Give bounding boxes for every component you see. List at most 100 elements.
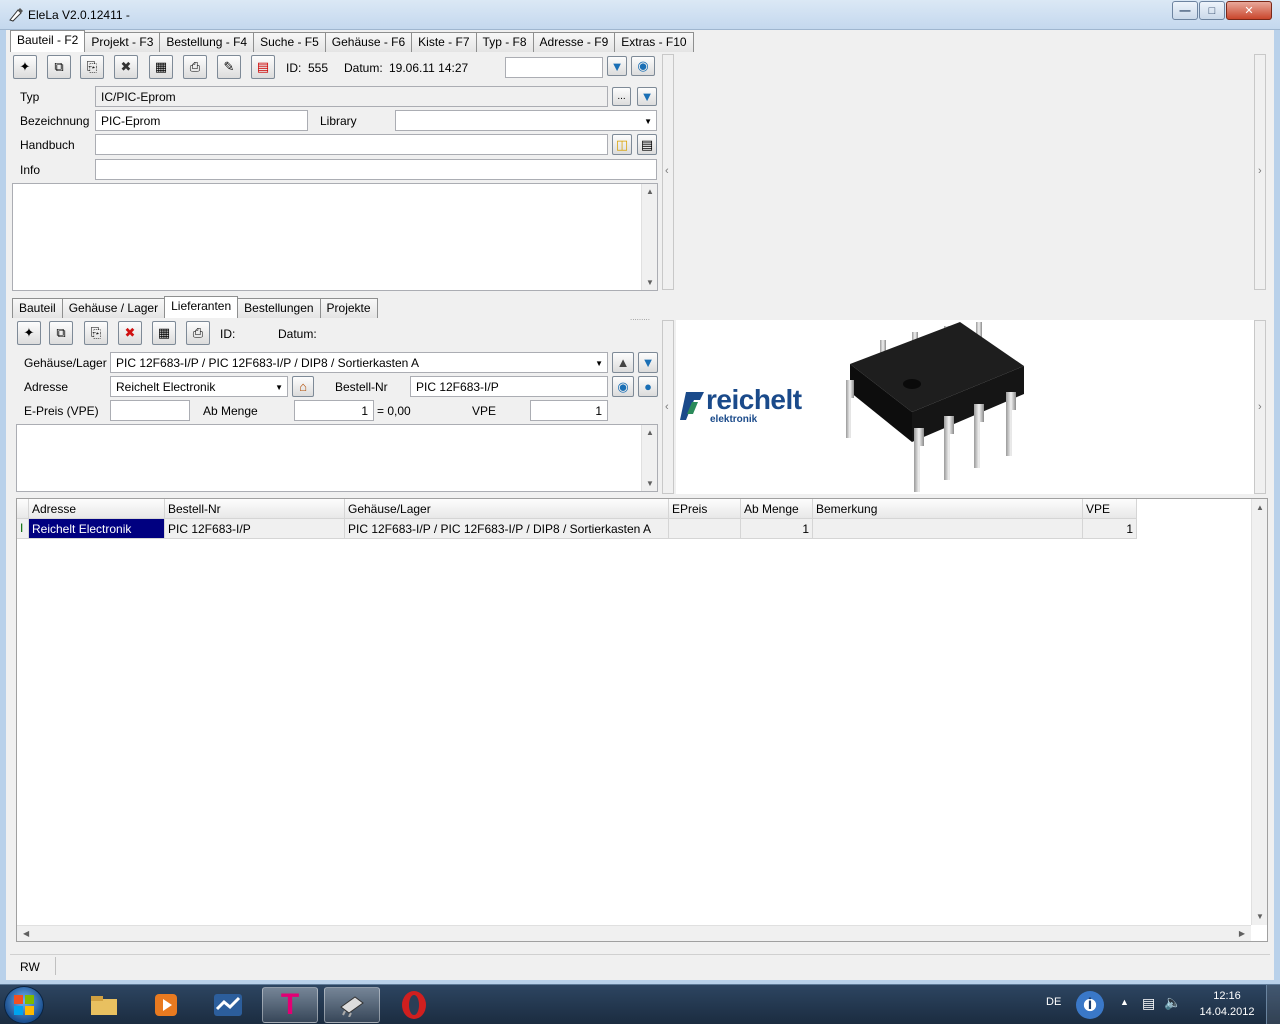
storage-icon[interactable]: ▲ (612, 352, 634, 373)
tab-gehaeuse[interactable]: Gehäuse - F6 (324, 32, 413, 52)
typ-browse-button[interactable]: ... (612, 87, 631, 106)
info-label: Info (20, 163, 41, 177)
subtab-bestellungen[interactable]: Bestellungen (237, 298, 321, 318)
stocks-app-icon[interactable] (200, 987, 256, 1023)
subtab-gehaeuse-lager[interactable]: Gehäuse / Lager (61, 298, 166, 318)
col-header-epreis[interactable]: EPreis (669, 499, 741, 519)
clock-time[interactable]: 12:16 (1196, 990, 1258, 1002)
col-header-bestellnr[interactable]: Bestell-Nr (165, 499, 345, 519)
telekom-icon[interactable]: T (262, 987, 318, 1023)
globe-icon[interactable]: ● (638, 376, 658, 397)
left-splitter-lower[interactable]: ‹ (662, 320, 674, 494)
left-splitter-upper[interactable]: ‹ (662, 54, 674, 290)
abmenge-field[interactable]: 1 (294, 400, 374, 421)
info-tray-icon[interactable]: i (1076, 991, 1104, 1019)
tray-expand-icon[interactable]: ▲ (1120, 997, 1129, 1007)
bestellnr-field[interactable]: PIC 12F683-I/P (410, 376, 608, 397)
media-player-icon[interactable] (138, 987, 194, 1023)
lief-id-label: ID: (220, 327, 236, 341)
sub-tabstrip: Bauteil Gehäuse / Lager Lieferanten Best… (12, 296, 378, 318)
lief-new-icon[interactable]: ✦ (17, 321, 41, 345)
document-icon[interactable]: ▤ (637, 134, 657, 155)
tab-typ[interactable]: Typ - F8 (475, 32, 534, 52)
tab-kiste[interactable]: Kiste - F7 (411, 32, 477, 52)
folder-icon[interactable]: ◫ (612, 134, 632, 155)
edit-icon[interactable]: ✎ (217, 55, 241, 79)
paste-icon[interactable]: ⎘ (80, 55, 104, 79)
table-row-cell-epreis[interactable] (669, 519, 741, 539)
delete-icon[interactable]: ✖ (114, 55, 138, 79)
typ-filter-icon[interactable]: ▼ (637, 87, 657, 106)
subtab-lieferanten[interactable]: Lieferanten (164, 296, 239, 318)
library-combo[interactable]: ▼ (395, 110, 657, 131)
vpe-field[interactable]: 1 (530, 400, 608, 421)
search-input[interactable] (505, 57, 603, 78)
gehaeuse-filter-icon[interactable]: ▼ (638, 352, 658, 373)
notes-scrollbar[interactable]: ▲ ▼ (641, 184, 657, 290)
show-desktop-button[interactable] (1266, 985, 1280, 1024)
home-icon[interactable]: ⌂ (292, 376, 314, 397)
info-field[interactable] (95, 159, 657, 180)
table-row-cell-adresse[interactable]: Reichelt Electronik (29, 519, 165, 539)
minimize-button[interactable]: — (1172, 1, 1198, 20)
print-icon[interactable]: ⎙ (183, 55, 207, 79)
explorer-icon[interactable] (76, 987, 132, 1023)
clock-date[interactable]: 14.04.2012 (1196, 1006, 1258, 1018)
table-row-cell-bestellnr[interactable]: PIC 12F683-I/P (165, 519, 345, 539)
lief-notes-scrollbar[interactable]: ▲ ▼ (641, 425, 657, 491)
id-value: 555 (308, 61, 329, 75)
opera-icon[interactable] (386, 987, 442, 1023)
language-indicator[interactable]: DE (1046, 996, 1061, 1008)
notes-memo[interactable]: ▲ ▼ (12, 183, 658, 291)
copy-icon[interactable]: ⧉ (47, 55, 71, 79)
handbuch-field[interactable] (95, 134, 608, 155)
tab-extras[interactable]: Extras - F10 (614, 32, 694, 52)
new-icon[interactable]: ✦ (13, 55, 37, 79)
col-header-gehaeuse[interactable]: Gehäuse/Lager (345, 499, 669, 519)
tab-bestellung[interactable]: Bestellung - F4 (159, 32, 255, 52)
right-splitter-upper[interactable]: › (1254, 54, 1266, 290)
volume-icon[interactable]: 🔈 (1164, 994, 1181, 1011)
col-header-abmenge[interactable]: Ab Menge (741, 499, 813, 519)
gehaeuse-lager-combo[interactable]: PIC 12F683-I/P / PIC 12F683-I/P / DIP8 /… (110, 352, 608, 373)
subtab-projekte[interactable]: Projekte (319, 298, 378, 318)
binoculars-icon[interactable]: ◉ (631, 56, 655, 76)
grid-vscrollbar[interactable]: ▲ ▼ (1251, 499, 1267, 925)
adresse-combo[interactable]: Reichelt Electronik ▼ (110, 376, 288, 397)
network-icon[interactable]: ▤ (1142, 995, 1155, 1012)
col-header-adresse[interactable]: Adresse (29, 499, 165, 519)
epreis-field[interactable] (110, 400, 190, 421)
tab-projekt[interactable]: Projekt - F3 (84, 32, 161, 52)
lief-save-icon[interactable]: ▦ (152, 321, 176, 345)
lieferanten-panel: ✦ ⧉ ⎘ ✖ ▦ ⎙ ID: Datum: Gehäuse/Lager PIC… (12, 318, 662, 494)
tab-adresse[interactable]: Adresse - F9 (532, 32, 616, 52)
right-splitter-lower[interactable]: › (1254, 320, 1266, 494)
table-row-cell-abmenge[interactable]: 1 (741, 519, 813, 539)
lief-delete-icon[interactable]: ✖ (118, 321, 142, 345)
subtab-bauteil[interactable]: Bauteil (12, 298, 63, 318)
typ-field[interactable]: IC/PIC-Eprom (95, 86, 608, 107)
maximize-button[interactable]: □ (1199, 1, 1225, 20)
col-header-bemerkung[interactable]: Bemerkung (813, 499, 1083, 519)
lief-copy-icon[interactable]: ⧉ (49, 321, 73, 345)
start-button[interactable] (4, 986, 44, 1024)
table-row-cell-gehaeuse[interactable]: PIC 12F683-I/P / PIC 12F683-I/P / DIP8 /… (345, 519, 669, 539)
tab-suche[interactable]: Suche - F5 (253, 32, 326, 52)
filter-icon[interactable]: ▼ (607, 56, 627, 76)
lief-notes-memo[interactable]: ▲ ▼ (16, 424, 658, 492)
chevron-left-icon: ‹ (665, 401, 669, 413)
close-button[interactable]: ✕ (1226, 1, 1272, 20)
table-row-cell-vpe[interactable]: 1 (1083, 519, 1137, 539)
grid-hscrollbar[interactable]: ◀ ▶ (17, 925, 1251, 941)
report-icon[interactable]: ▤ (251, 55, 275, 79)
bestellnr-search-icon[interactable]: ◉ (612, 376, 634, 397)
vpe-label: VPE (472, 404, 497, 418)
tab-bauteil[interactable]: Bauteil - F2 (10, 30, 86, 52)
lief-paste-icon[interactable]: ⎘ (84, 321, 108, 345)
bezeichnung-field[interactable]: PIC-Eprom (95, 110, 308, 131)
col-header-vpe[interactable]: VPE (1083, 499, 1137, 519)
lief-print-icon[interactable]: ⎙ (186, 321, 210, 345)
table-row-cell-bemerkung[interactable] (813, 519, 1083, 539)
elela-app-icon[interactable] (324, 987, 380, 1023)
save-icon[interactable]: ▦ (149, 55, 173, 79)
